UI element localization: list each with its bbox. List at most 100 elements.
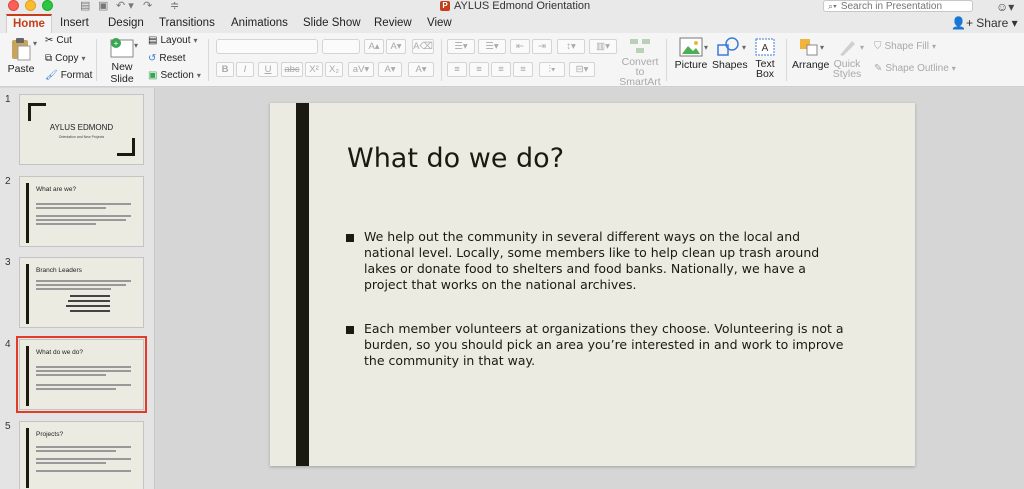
copy-button[interactable]: ⧉ Copy ▾ [45,53,86,64]
format-painter-button[interactable]: 🖌 Format [45,70,92,81]
sidebar-toggle-icon[interactable]: ▤ [80,0,90,12]
quick-styles-dropdown-icon[interactable]: ▾ [860,43,864,52]
tab-slide-show[interactable]: Slide Show [297,15,367,31]
paste-dropdown-icon[interactable]: ▾ [33,39,37,48]
font-color-button[interactable]: A▾ [378,62,402,77]
line-spacing-button[interactable]: ↕▾ [557,39,585,54]
slide-thumbnail-5[interactable]: Projects? [19,421,144,489]
align-left-button[interactable]: ≡ [447,62,467,77]
tab-insert[interactable]: Insert [54,15,95,31]
thumbnail-title: What do we do? [36,349,83,356]
slide-thumbnail-1[interactable]: AYLUS EDMOND Orientation and New Project… [19,94,144,165]
maximize-window-button[interactable] [42,0,53,11]
paintbrush-icon: 🖌 [45,70,58,81]
redo-icon[interactable]: ↷ [143,0,152,12]
bullet-item[interactable]: We help out the community in several dif… [346,229,846,293]
picture-dropdown-icon[interactable]: ▾ [704,43,708,52]
tab-home[interactable]: Home [6,14,52,33]
minimize-window-button[interactable] [25,0,36,11]
align-text-button[interactable]: ⊟▾ [569,62,595,77]
subscript-button[interactable]: X₂ [325,62,343,77]
picture-button[interactable]: Picture [674,37,708,71]
text-effects-button[interactable]: A▾ [408,62,434,77]
shape-fill-button[interactable]: ⛉ Shape Fill ▾ [874,41,936,52]
clear-formatting-button[interactable]: A⌫ [412,39,434,54]
slide-thumbnail-2[interactable]: What are we? [19,176,144,247]
italic-button[interactable]: I [236,62,254,77]
new-slide-dropdown-icon[interactable]: ▾ [134,41,138,50]
divider [786,39,787,81]
numbering-button[interactable]: ☰▾ [478,39,506,54]
current-slide[interactable]: What do we do? We help out the community… [270,103,915,466]
paste-label: Paste [7,63,35,75]
align-center-button[interactable]: ≡ [469,62,489,77]
justify-button[interactable]: ≡ [513,62,533,77]
shapes-button[interactable]: Shapes [712,37,748,71]
smartart-icon [630,39,650,53]
chevron-down-icon: ▾ [81,54,86,63]
decrease-indent-button[interactable]: ⇤ [510,39,530,54]
font-size-dropdown[interactable] [322,39,360,54]
text-box-button[interactable]: A Text Box [752,37,778,79]
search-input[interactable] [840,0,961,12]
text-line [36,284,126,286]
search-box[interactable]: ⌕▾ [823,0,973,12]
divider [96,39,97,81]
section-button[interactable]: ▣ Section ▾ [148,70,201,81]
layout-button[interactable]: ▤ Layout ▾ [148,35,198,46]
cut-button[interactable]: ✂ Cut [45,35,72,46]
svg-text:+: + [114,39,119,48]
paint-bucket-icon: ⛉ [874,41,882,52]
slide-thumbnail-panel: 1 AYLUS EDMOND Orientation and New Proje… [0,88,155,489]
text-direction-button[interactable]: ⫶▾ [539,62,565,77]
customize-toolbar-icon[interactable]: ≑ [170,0,179,12]
superscript-button[interactable]: X² [305,62,323,77]
text-line [36,366,131,368]
tab-design[interactable]: Design [102,15,150,31]
paste-button[interactable]: Paste [6,37,36,75]
arrange-icon [800,39,818,56]
convert-to-smartart-button[interactable]: Convert to SmartArt [618,37,662,87]
save-icon[interactable]: ▣ [98,0,108,12]
slide-title[interactable]: What do we do? [347,143,564,174]
text-line [36,388,116,390]
add-person-icon: 👤+ [951,16,973,30]
reset-button[interactable]: ↺ Reset [148,53,186,64]
slide-editing-canvas[interactable]: What do we do? We help out the community… [156,88,1024,489]
bullets-button[interactable]: ☰▾ [447,39,475,54]
scissors-icon: ✂ [45,35,54,46]
layout-icon: ▤ [148,35,158,46]
bold-button[interactable]: B [216,62,234,77]
text-line [36,450,116,452]
bullet-square-icon [346,234,354,242]
tab-review[interactable]: Review [368,15,418,31]
tab-animations[interactable]: Animations [225,15,294,31]
shape-outline-button[interactable]: ✎ Shape Outline ▾ [874,63,956,74]
increase-indent-button[interactable]: ⇥ [532,39,552,54]
increase-font-size-button[interactable]: A▴ [364,39,384,54]
arrange-dropdown-icon[interactable]: ▾ [820,43,824,52]
align-right-button[interactable]: ≡ [491,62,511,77]
undo-icon[interactable]: ↶ ▾ [116,0,134,12]
text-line [36,470,131,472]
thumbnail-number: 2 [5,176,11,187]
underline-button[interactable]: U [258,62,278,77]
font-name-dropdown[interactable] [216,39,318,54]
shapes-dropdown-icon[interactable]: ▾ [742,43,746,52]
slide-thumbnail-3[interactable]: Branch Leaders [19,257,144,328]
divider [441,39,442,81]
share-button[interactable]: 👤+ Share ▾ [951,16,1018,30]
text-line [36,223,96,225]
strikethrough-button[interactable]: abc [281,62,303,77]
columns-button[interactable]: ▥▾ [589,39,617,54]
tab-transitions[interactable]: Transitions [153,15,221,31]
user-account-icon[interactable]: ☺▾ [996,0,1014,14]
text-line [36,288,111,290]
tab-view[interactable]: View [421,15,458,31]
quick-styles-button[interactable]: Quick Styles [832,37,862,79]
highlight-color-button[interactable]: aV▾ [348,62,374,77]
close-window-button[interactable] [8,0,19,11]
bullet-item[interactable]: Each member volunteers at organizations … [346,321,846,369]
decrease-font-size-button[interactable]: A▾ [386,39,406,54]
slide-thumbnail-4[interactable]: What do we do? [16,336,147,413]
